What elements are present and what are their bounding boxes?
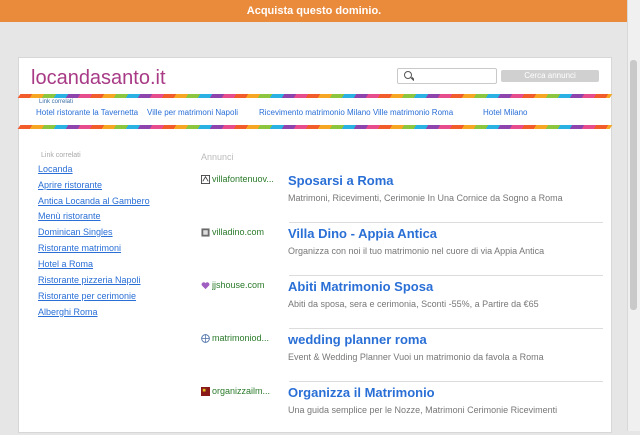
sidebar-link[interactable]: Dominican Singles [38,227,113,237]
sidebar-link[interactable]: Ristorante pizzeria Napoli [38,275,141,285]
sidebar-link[interactable]: Menù ristorante [38,211,101,221]
scrollbar-thumb[interactable] [630,60,637,310]
ad-domain[interactable]: organizzailm... [212,386,278,396]
buy-domain-text[interactable]: Acquista questo dominio. [247,5,381,17]
site-logo[interactable]: locandasanto.it [31,67,166,90]
ad-description: Matrimoni, Ricevimenti, Cerimonie In Una… [288,193,563,203]
sidebar-label: Link correlati [41,152,81,159]
related-link[interactable]: Hotel ristorante la Tavernetta [36,108,138,117]
ad-description: Event & Wedding Planner Vuoi un matrimon… [288,352,544,362]
sidebar-link[interactable]: Alberghi Roma [38,307,98,317]
square-favicon-icon [201,387,210,396]
sidebar-link[interactable]: Hotel a Roma [38,259,93,269]
rainbow-divider-bottom [17,125,613,129]
related-link[interactable]: Hotel Milano [483,108,527,117]
buy-domain-banner[interactable]: Acquista questo dominio. [0,0,628,22]
ad-description: Organizza con noi il tuo matrimonio nel … [288,246,545,256]
search-button[interactable]: Cerca annunci [501,70,599,82]
sidebar-link[interactable]: Ristorante matrimoni [38,243,121,253]
ad-title[interactable]: Organizza il Matrimonio [288,385,435,400]
ad-description: Abiti da sposa, sera e cerimonia, Sconti… [288,299,539,309]
related-links-label: Link correlati [39,99,74,105]
related-link[interactable]: Ville per matrimoni Napoli [147,108,238,117]
ad-title[interactable]: Villa Dino - Appia Antica [288,226,437,241]
vertical-scrollbar[interactable] [627,0,640,431]
ad-domain[interactable]: villafontenuov... [212,174,278,184]
parked-page-frame: locandasanto.it Cerca annunci Link corre… [17,57,613,435]
ad-item[interactable]: matrimoniod... wedding planner roma Even… [201,329,603,382]
sidebar-link[interactable]: Antica Locanda al Gambero [38,196,150,206]
page-favicon-icon [201,228,210,237]
ad-domain[interactable]: jjshouse.com [212,280,278,290]
ad-title[interactable]: Sposarsi a Roma [288,173,394,188]
heart-favicon-icon [201,282,210,290]
search-input[interactable] [414,69,492,83]
ad-description: Una guida semplice per le Nozze, Matrimo… [288,405,558,415]
ad-item[interactable]: organizzailm... Organizza il Matrimonio … [201,382,603,435]
globe-favicon-icon [201,334,210,343]
ads-label: Annunci [201,152,234,162]
related-link[interactable]: Ricevimento matrimonio Milano Ville matr… [259,108,453,117]
ad-item[interactable]: villadino.com Villa Dino - Appia Antica … [201,223,603,276]
search-icon [404,71,412,79]
ad-title[interactable]: wedding planner roma [288,332,427,347]
villa-favicon-icon [201,175,210,184]
search-field[interactable] [397,68,497,84]
ad-item[interactable]: villafontenuov... Sposarsi a Roma Matrim… [201,170,603,223]
ad-title[interactable]: Abiti Matrimonio Sposa [288,279,433,294]
rainbow-divider-top [17,94,613,98]
ad-domain[interactable]: villadino.com [212,227,278,237]
sidebar-link[interactable]: Locanda [38,164,73,174]
ad-item[interactable]: jjshouse.com Abiti Matrimonio Sposa Abit… [201,276,603,329]
sidebar-link[interactable]: Aprire ristorante [38,180,102,190]
sidebar-link[interactable]: Ristorante per cerimonie [38,291,136,301]
ad-domain[interactable]: matrimoniod... [212,333,278,343]
